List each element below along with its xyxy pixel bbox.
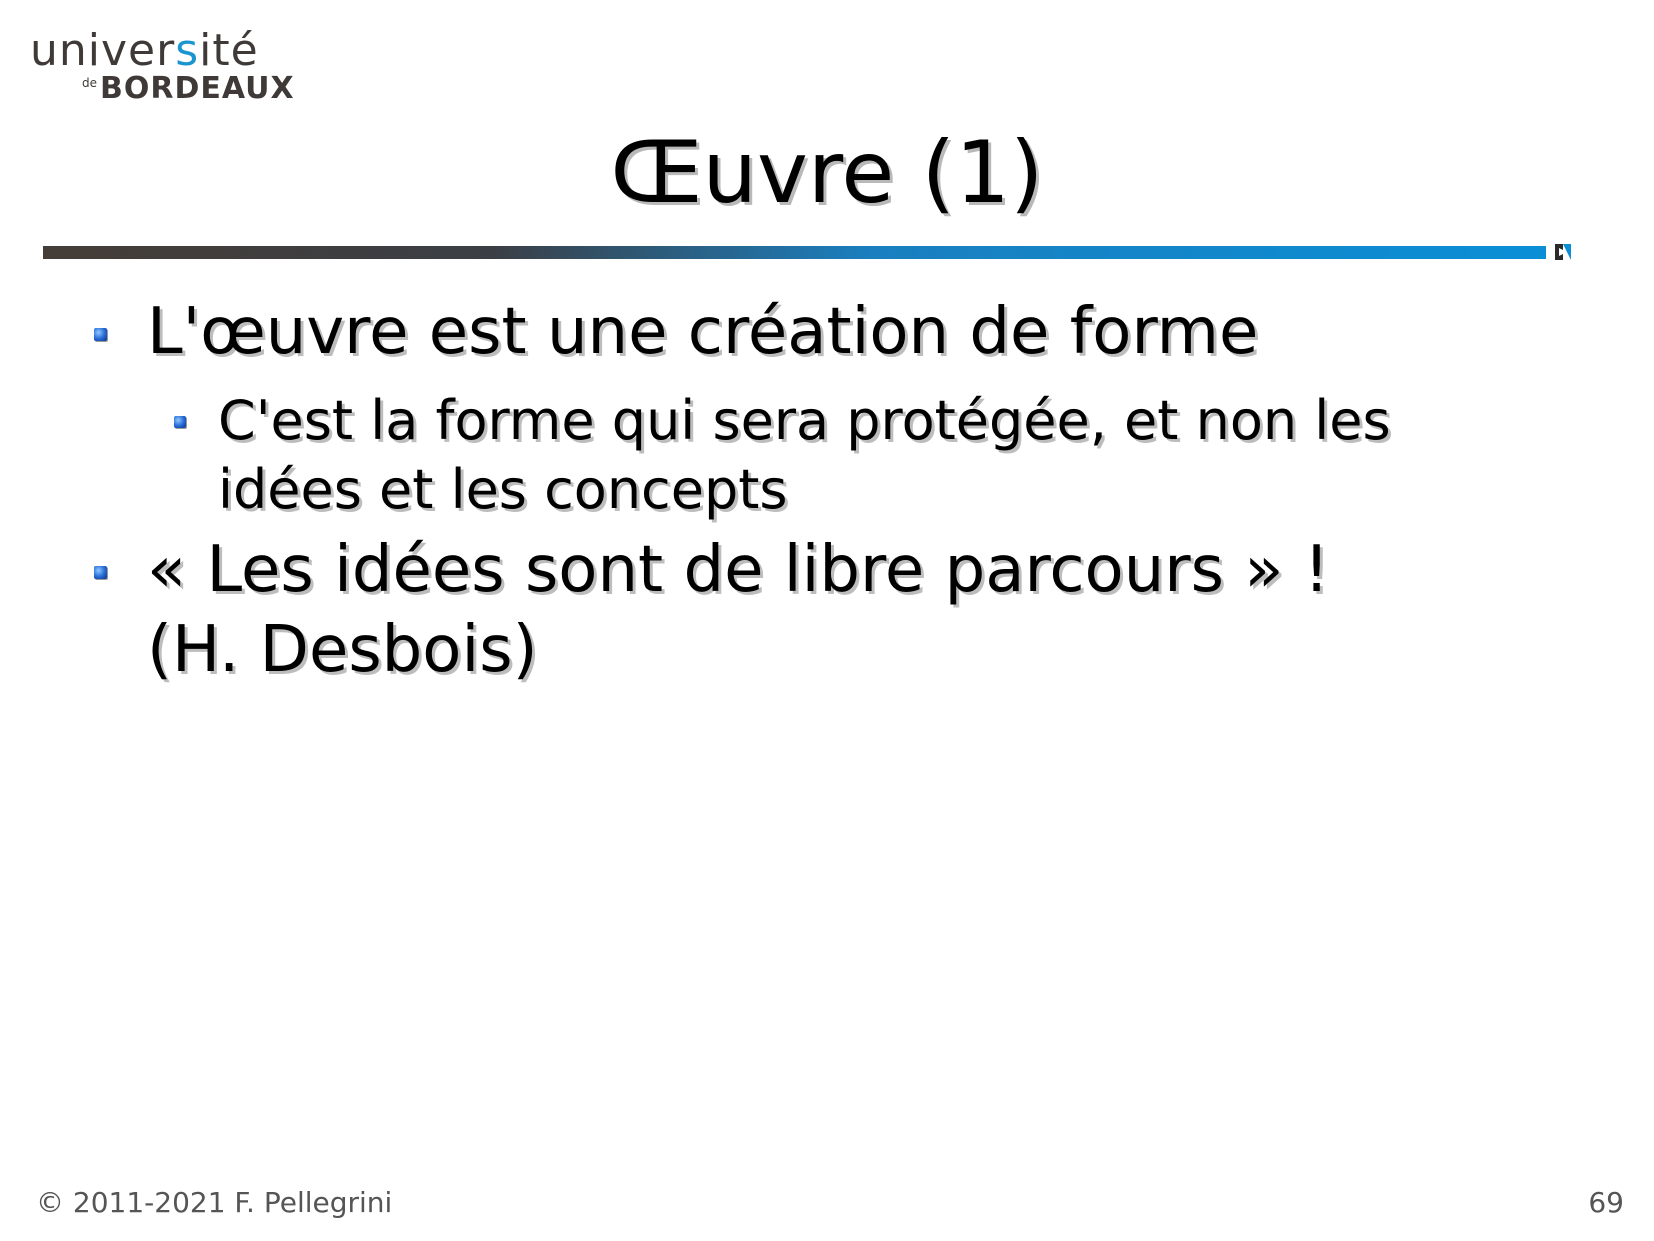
bullet-item-1: L'œuvre est une création de forme: [147, 295, 1259, 369]
bullet-icon: [94, 328, 107, 341]
bullet-item-2-line-1: « Les idées sont de libre parcours » !: [147, 533, 1330, 607]
slide-title: Œuvre (1): [610, 123, 1044, 223]
bullet-item-2-line-2: (H. Desbois): [147, 613, 538, 687]
sub-bullet-line-1: C'est la forme qui sera protégée, et non…: [218, 389, 1391, 452]
divider-end-icon: [1555, 244, 1571, 260]
page-number: 69: [1588, 1186, 1624, 1219]
logo-universite-text: université: [30, 25, 259, 76]
title-divider-bar: [43, 246, 1546, 259]
footer-copyright: © 2011-2021 F. Pellegrini: [36, 1186, 393, 1219]
bullet-icon: [94, 566, 107, 579]
logo-de-text: de: [82, 76, 97, 90]
university-logo: université de BORDEAUX: [30, 25, 294, 108]
logo-bordeaux-text: BORDEAUX: [100, 71, 295, 106]
sub-bullet-line-2: idées et les concepts: [218, 458, 788, 521]
sub-bullet-icon: [174, 416, 186, 428]
